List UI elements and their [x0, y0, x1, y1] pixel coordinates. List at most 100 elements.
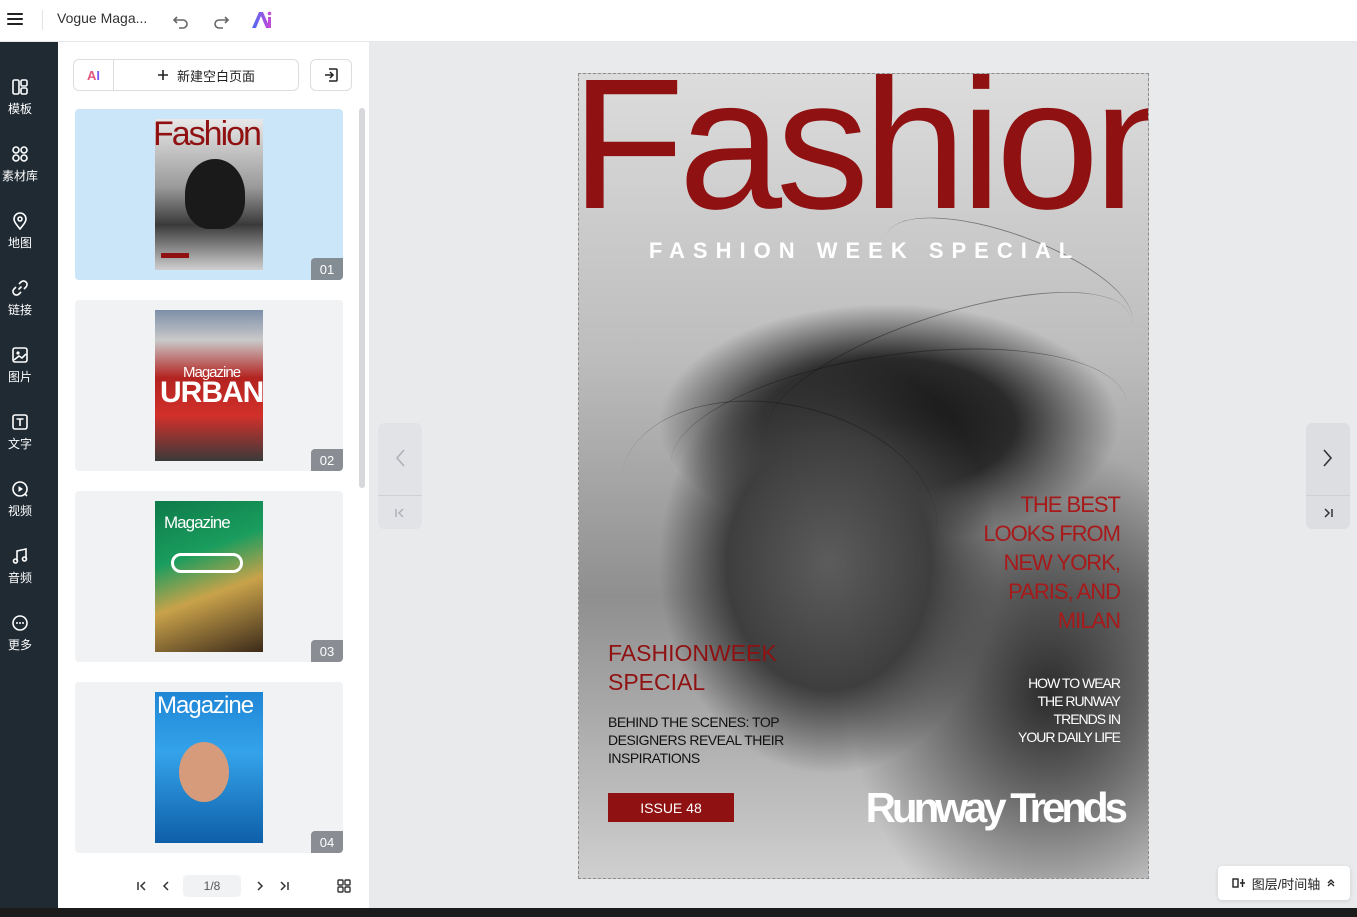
thumbnail-cover: Magazine URBAN — [155, 310, 263, 461]
headline-line: THE BEST — [1020, 492, 1121, 517]
template-icon — [12, 79, 28, 95]
feature-title-line: SPECIAL — [608, 669, 706, 695]
pages-panel: AI 新建空白页面 Fashion 01 Magazine URBAN 02 M… — [58, 42, 369, 908]
page-thumbnail-list: Fashion 01 Magazine URBAN 02 Magazine 03 — [75, 109, 343, 865]
ai-label-a: A — [86, 67, 97, 83]
cover-subtitle[interactable]: FASHION WEEK SPECIAL — [579, 238, 1148, 264]
thumbnail-cover: Magazine — [155, 501, 263, 652]
text-icon — [12, 414, 28, 430]
page-number-badge: 03 — [311, 640, 343, 662]
thumbnail-title: Fashion — [155, 119, 262, 153]
assets-icon — [12, 146, 28, 162]
import-icon — [325, 68, 338, 82]
menu-icon[interactable] — [6, 10, 24, 28]
page-thumbnail[interactable]: Magazine URBAN 02 — [75, 300, 343, 471]
thumbnail-figure — [185, 159, 245, 229]
feature-body[interactable]: BEHIND THE SCENES: TOP DESIGNERS REVEAL … — [608, 713, 808, 767]
import-page-button[interactable] — [310, 59, 352, 91]
thumbnail-scrollbar[interactable] — [359, 108, 365, 488]
ai-generate-page-button[interactable]: AI — [73, 59, 113, 91]
layers-timeline-label: 图层/时间轴 — [1251, 876, 1321, 892]
last-page-icon[interactable] — [274, 876, 294, 896]
rail-label: 更多 — [7, 638, 32, 652]
headline-line: NEW YORK, — [1003, 550, 1121, 575]
rail-label: 素材库 — [1, 169, 38, 183]
rail-item-more[interactable]: 更多 — [0, 612, 40, 662]
thumbnail-sunglasses — [171, 553, 243, 573]
brand-logo-text[interactable]: Runway Trends — [866, 784, 1128, 832]
next-page-nav — [1306, 423, 1350, 529]
prev-page-arrow-icon[interactable] — [378, 423, 422, 493]
cover-title[interactable]: Fashion — [579, 74, 1148, 238]
first-page-icon[interactable] — [132, 876, 152, 896]
rail-label: 链接 — [7, 303, 32, 317]
prev-page-icon[interactable] — [156, 876, 176, 896]
rail-item-video[interactable]: 视频 — [0, 478, 40, 528]
os-taskbar — [0, 908, 1357, 917]
link-icon — [12, 280, 28, 296]
first-page-nav-icon[interactable] — [378, 495, 422, 529]
new-blank-page-button[interactable]: 新建空白页面 — [113, 59, 299, 91]
plus-icon — [157, 70, 168, 80]
thumbnail-title: URBAN — [160, 376, 263, 409]
prev-page-nav — [378, 423, 422, 529]
page-thumbnail[interactable]: Magazine 04 — [75, 682, 343, 853]
rail-item-template[interactable]: 模板 — [0, 76, 40, 126]
page-number-badge: 04 — [311, 831, 343, 853]
page-number-badge: 02 — [311, 449, 343, 471]
howto-text[interactable]: HOW TO WEAR THE RUNWAY TRENDS IN YOUR DA… — [970, 674, 1121, 746]
next-page-arrow-icon[interactable] — [1306, 423, 1350, 493]
thumbnail-figure — [179, 742, 229, 802]
rail-item-map[interactable]: 地图 — [0, 210, 40, 260]
grid-view-icon[interactable] — [334, 876, 354, 896]
layers-timeline-button[interactable]: 图层/时间轴 — [1218, 866, 1350, 900]
layers-icon — [1231, 878, 1245, 888]
undo-icon[interactable] — [167, 6, 195, 34]
new-page-label: 新建空白页面 — [176, 68, 255, 84]
ai-logo-icon[interactable] — [248, 6, 276, 34]
thumbnail-cover: Magazine — [155, 692, 263, 843]
toolbar-divider — [42, 10, 43, 30]
top-bar: Vogue Maga... — [0, 0, 1357, 42]
map-pin-icon — [13, 212, 27, 230]
feature-title[interactable]: FASHIONWEEK SPECIAL — [608, 639, 777, 697]
issue-badge[interactable]: ISSUE 48 — [608, 793, 734, 822]
page-thumbnail[interactable]: Fashion 01 — [75, 109, 343, 280]
thumbnail-title: Magazine — [157, 692, 254, 719]
rail-item-link[interactable]: 链接 — [0, 277, 40, 327]
headline-line: MILAN — [1057, 608, 1121, 633]
image-icon — [12, 347, 28, 363]
rail-label: 视频 — [7, 504, 32, 518]
page-number-input[interactable]: 1/8 — [183, 875, 241, 897]
more-icon — [12, 615, 28, 631]
canvas-area: Fashion FASHION WEEK SPECIAL THE BEST LO… — [369, 42, 1357, 908]
page-pager: 1/8 — [58, 864, 369, 908]
video-icon — [12, 481, 28, 497]
rail-item-audio[interactable]: 音频 — [0, 545, 40, 595]
howto-line: THE RUNWAY — [1037, 693, 1121, 709]
rail-item-assets[interactable]: 素材库 — [0, 143, 40, 193]
document-title[interactable]: Vogue Maga... — [57, 10, 147, 26]
thumbnail-badge — [161, 253, 189, 258]
page-thumbnail[interactable]: Magazine 03 — [75, 491, 343, 662]
audio-icon — [12, 548, 28, 564]
feature-title-line: FASHIONWEEK — [608, 640, 777, 666]
left-tool-rail: 模板 素材库 地图 链接 图片 文字 视频 音频 更多 — [0, 42, 58, 908]
last-page-nav-icon[interactable] — [1306, 495, 1350, 529]
howto-line: YOUR DAILY LIFE — [1018, 729, 1121, 745]
headline-line: LOOKS FROM — [983, 521, 1121, 546]
magazine-cover-page[interactable]: Fashion FASHION WEEK SPECIAL THE BEST LO… — [578, 73, 1149, 879]
cover-headline[interactable]: THE BEST LOOKS FROM NEW YORK, PARIS, AND… — [920, 490, 1121, 635]
thumbnail-title: Magazine — [164, 513, 231, 532]
rail-item-text[interactable]: 文字 — [0, 411, 40, 461]
rail-label: 文字 — [7, 437, 32, 451]
rail-label: 地图 — [7, 236, 32, 250]
rail-label: 图片 — [7, 370, 32, 384]
redo-icon[interactable] — [207, 6, 235, 34]
ai-label-i: I — [96, 67, 100, 83]
next-page-icon[interactable] — [250, 876, 270, 896]
rail-item-image[interactable]: 图片 — [0, 344, 40, 394]
headline-line: PARIS, AND — [1008, 579, 1121, 604]
chevron-up-icon — [1327, 879, 1335, 887]
rail-label: 音频 — [7, 571, 32, 585]
